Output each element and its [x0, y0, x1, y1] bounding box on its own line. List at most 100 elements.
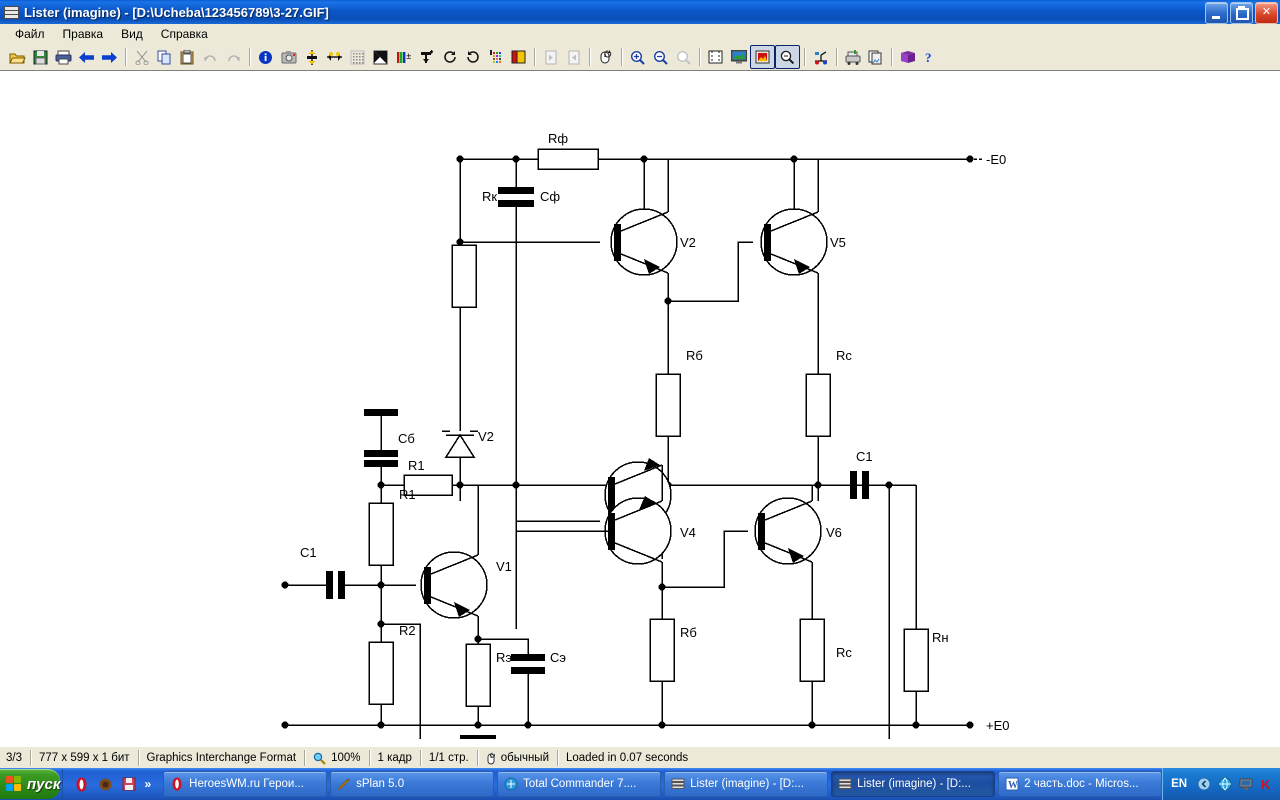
label-supply-negative: -E0 [986, 152, 1006, 167]
label-rb-lower: Rб [680, 625, 697, 640]
save-disk-icon[interactable] [29, 46, 52, 68]
monitor-icon[interactable] [1238, 776, 1254, 792]
actual-size-icon[interactable] [775, 45, 800, 69]
menu-item-view[interactable]: Вид [112, 25, 152, 43]
flip-vertical-icon[interactable] [300, 46, 323, 68]
label-r2: R2 [399, 623, 416, 638]
info-icon[interactable] [254, 46, 277, 68]
network-globe-icon[interactable] [1217, 776, 1233, 792]
back-arrow-icon[interactable] [75, 46, 98, 68]
label-c1-input: C1 [300, 545, 317, 560]
window-icon [4, 4, 20, 20]
media-icon[interactable] [96, 775, 114, 793]
zoom-in-icon[interactable] [626, 46, 649, 68]
label-cb: Сб [398, 431, 415, 446]
fit-window-icon[interactable] [704, 46, 727, 68]
slideshow-icon[interactable] [809, 46, 832, 68]
next-page-icon[interactable] [562, 46, 585, 68]
camera-icon[interactable] [277, 46, 300, 68]
restore-button[interactable] [1230, 2, 1253, 24]
label-rb-upper: Rб [686, 348, 703, 363]
mouse-scroll-icon[interactable] [594, 46, 617, 68]
language-indicator[interactable]: EN [1171, 778, 1187, 790]
label-r-filter: Rф [548, 131, 568, 146]
rotate-ccw-icon[interactable] [461, 46, 484, 68]
menu-item-edit[interactable]: Правка [54, 25, 113, 43]
undo-icon[interactable] [199, 46, 222, 68]
label-v5: V5 [830, 235, 846, 250]
toolbar-separator [249, 48, 250, 66]
toolbar: ± ? [0, 44, 1280, 71]
menu-item-help[interactable]: Справка [152, 25, 217, 43]
print-icon[interactable] [52, 46, 75, 68]
label-v4: V4 [680, 525, 696, 540]
fullscreen-icon[interactable] [727, 46, 750, 68]
quick-launch-overflow[interactable]: » [144, 777, 151, 791]
save-icon[interactable] [120, 775, 138, 793]
quick-launch-bar: » [62, 769, 157, 799]
close-button[interactable]: ✕ [1255, 2, 1278, 24]
status-format: Graphics Interchange Format [139, 750, 306, 766]
negative-icon[interactable] [369, 46, 392, 68]
fit-image-icon[interactable] [750, 45, 775, 69]
title-bar: Lister (imagine) - [D:\Ucheba\123456789\… [0, 0, 1280, 24]
taskbar-item-lister-2[interactable]: Lister (imagine) - [D:... [831, 771, 996, 797]
minimize-button[interactable] [1205, 2, 1228, 24]
svg-text:W: W [1008, 780, 1018, 791]
taskbar-item-label: 2 часть.doc - Micros... [1024, 778, 1139, 790]
flip-horizontal-icon[interactable] [323, 46, 346, 68]
rgb-adjust-icon[interactable]: ± [392, 46, 415, 68]
paste-icon[interactable] [176, 46, 199, 68]
scan-icon[interactable] [841, 46, 864, 68]
thumbnails-icon[interactable] [864, 46, 887, 68]
taskbar-item-total-commander[interactable]: Total Commander 7.... [497, 771, 662, 797]
toolbar-separator [534, 48, 535, 66]
label-supply-positive: +E0 [986, 718, 1010, 733]
start-label: пуск [27, 775, 61, 793]
redo-icon[interactable] [222, 46, 245, 68]
system-tray: EN K 19:02 [1162, 768, 1280, 800]
show-hidden-icon[interactable] [1196, 776, 1212, 792]
mouse-icon [486, 752, 496, 765]
toolbar-separator [125, 48, 126, 66]
rotate-icon[interactable] [438, 46, 461, 68]
label-c-filter: Сф [540, 189, 560, 204]
status-mode: обычный [500, 752, 549, 764]
status-load-time: Loaded in 0.07 seconds [566, 752, 689, 764]
dither-icon[interactable] [346, 46, 369, 68]
toolbar-separator [699, 48, 700, 66]
start-button[interactable]: пуск [0, 769, 61, 799]
book-icon [671, 777, 685, 791]
zoom-reset-icon[interactable] [672, 46, 695, 68]
status-zoom: 100% [331, 752, 361, 764]
taskbar-item-splan[interactable]: sPlan 5.0 [330, 771, 495, 797]
toolbar-separator [804, 48, 805, 66]
label-r1-divider: R1 [399, 487, 416, 502]
palette-icon[interactable] [484, 46, 507, 68]
window-title: Lister (imagine) - [D:\Ucheba\123456789\… [24, 4, 329, 20]
label-rn: Rн [932, 630, 949, 645]
status-bar: 3/3 777 x 599 x 1 бит Graphics Interchan… [0, 746, 1280, 769]
about-icon[interactable]: ? [919, 46, 942, 68]
previous-page-icon[interactable] [539, 46, 562, 68]
taskbar: пуск » HeroesWM.ru Герои... sPlan 5.0 To… [0, 768, 1280, 800]
opera-icon[interactable] [72, 775, 90, 793]
taskbar-item-heroeswm[interactable]: HeroesWM.ru Герои... [163, 771, 328, 797]
taskbar-item-label: Total Commander 7.... [523, 778, 637, 790]
svg-text:K: K [1261, 777, 1271, 791]
open-folder-icon[interactable] [6, 46, 29, 68]
taskbar-item-word-document[interactable]: W 2 часть.doc - Micros... [998, 771, 1163, 797]
color-depth-icon[interactable] [507, 46, 530, 68]
sharpen-icon[interactable] [415, 46, 438, 68]
task-list: HeroesWM.ru Герои... sPlan 5.0 Total Com… [163, 768, 1163, 800]
help-book-icon[interactable] [896, 46, 919, 68]
forward-arrow-icon[interactable] [98, 46, 121, 68]
menu-item-file[interactable]: Файл [6, 25, 54, 43]
label-v2: V2 [680, 235, 696, 250]
taskbar-item-lister-1[interactable]: Lister (imagine) - [D:... [664, 771, 829, 797]
image-viewer-canvas[interactable]: Rф Rк Сф V2 V5 Rб Rc V2 Сб R1 R1 C1 V1 V… [0, 70, 1280, 747]
kaspersky-icon[interactable]: K [1259, 776, 1275, 792]
copy-icon[interactable] [153, 46, 176, 68]
zoom-out-icon[interactable] [649, 46, 672, 68]
cut-scissors-icon[interactable] [130, 46, 153, 68]
